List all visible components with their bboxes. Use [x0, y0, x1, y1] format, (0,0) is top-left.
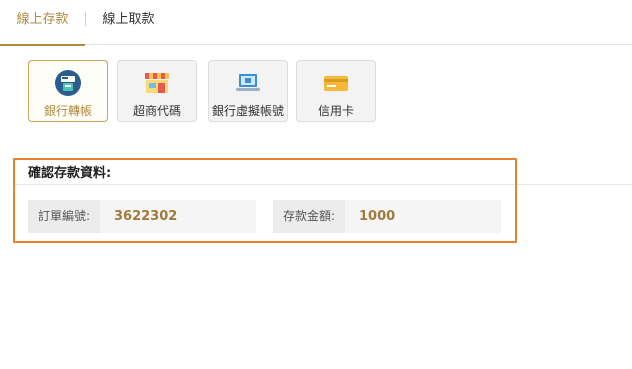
method-virtual-account[interactable]: 銀行虛擬帳號 — [208, 60, 288, 122]
order-number-field: 訂單編號: 3622302 — [28, 200, 256, 233]
method-credit-card[interactable]: 信用卡 — [296, 60, 376, 122]
tab-online-deposit[interactable]: 線上存款 — [0, 0, 85, 46]
atm-card-icon — [55, 70, 81, 96]
confirm-title: 確認存款資料: — [28, 166, 112, 181]
deposit-amount-value: 1000 — [345, 200, 501, 233]
method-label: 銀行虛擬帳號 — [211, 104, 284, 118]
deposit-amount-field: 存款金額: 1000 — [273, 200, 501, 233]
deposit-amount-label: 存款金額: — [273, 200, 345, 233]
tab-online-withdraw[interactable]: 線上取款 — [86, 0, 171, 44]
divider — [14, 184, 632, 185]
order-number-label: 訂單編號: — [28, 200, 100, 233]
laptop-bank-icon — [236, 74, 260, 91]
order-number-value: 3622302 — [100, 200, 256, 233]
method-bank-transfer[interactable]: 銀行轉帳 — [28, 60, 108, 122]
method-convenience-store[interactable]: 超商代碼 — [117, 60, 197, 122]
credit-card-icon — [324, 76, 348, 91]
deposit-tabs: 線上存款 線上取款 — [0, 0, 632, 46]
method-label: 信用卡 — [317, 104, 354, 118]
method-label: 銀行轉帳 — [43, 104, 92, 118]
payment-methods: 銀行轉帳 超商代碼 銀行虛擬帳號 信用卡 — [28, 60, 388, 124]
convenience-store-icon — [145, 73, 169, 93]
method-label: 超商代碼 — [132, 104, 181, 118]
